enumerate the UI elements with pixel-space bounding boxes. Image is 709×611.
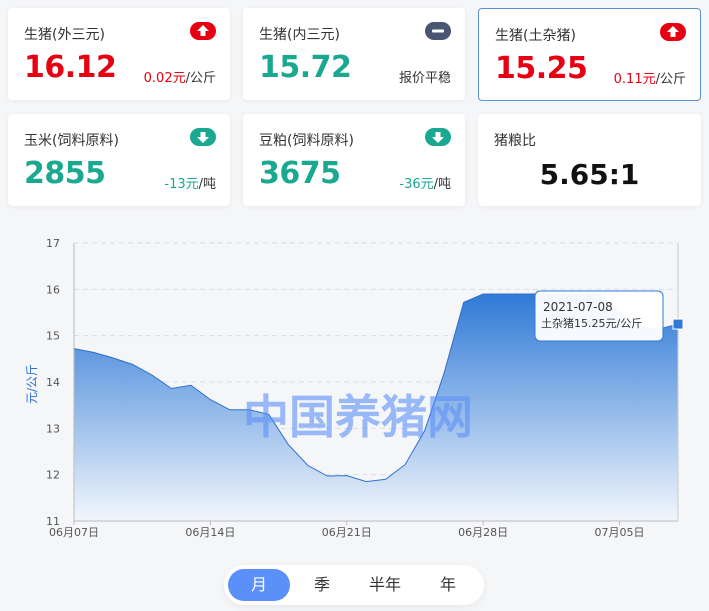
pig-grain-ratio-card[interactable]: 猪粮比 5.65:1 [478,114,701,206]
card-change: 0.02元/公斤 [144,67,216,86]
y-tick-label: 13 [46,422,60,435]
watermark: 中国养猪网 [243,390,473,444]
change-unit: /公斤 [655,72,686,87]
x-tick-label: 06月07日 [49,526,99,539]
active-point-marker [672,318,684,330]
card-price: 16.12 [24,50,117,85]
x-tick-label: 06月14日 [185,526,235,539]
change-unit: /吨 [198,177,216,192]
x-tick-label: 06月28日 [458,526,508,539]
price-chart: 11 12 13 14 15 16 17 06月07日 06月14日 06月21日 06月28日 07… [0,225,709,555]
tooltip-box [534,290,664,342]
price-card-outer-three[interactable]: 生猪(外三元) 16.12 0.02元/公斤 [8,8,230,100]
minus-icon [425,22,451,40]
card-change: -36元/吨 [399,173,451,192]
card-price: 3675 [259,156,341,191]
tab-month[interactable]: 月 [228,569,290,601]
change-value: 0.02元 [143,71,186,86]
period-tabs: 月 季 半年 年 [224,565,484,605]
y-axis-label: 元/公斤 [25,364,39,404]
down-arrow-icon [425,128,451,146]
price-card-soymeal[interactable]: 豆粕(饲料原料) 3675 -36元/吨 [243,114,465,206]
card-change: -13元/吨 [164,173,216,192]
price-card-inner-three[interactable]: 生猪(内三元) 15.72 报价平稳 [243,8,465,100]
change-unit: /公斤 [185,71,216,86]
card-price: 15.25 [495,51,588,86]
change-unit: 报价平稳 [398,71,451,86]
tab-year[interactable]: 年 [418,569,478,601]
tab-quarter[interactable]: 季 [292,569,352,601]
price-area-chart: 1112131415161706月07日 06月14日 06月21日 06月28日 07… [25,237,684,539]
change-value: 0.11元 [613,72,656,87]
x-tick-label: 07月05日 [595,526,645,539]
card-price: 2855 [24,156,106,191]
tab-half-year[interactable]: 半年 [354,569,416,601]
change-value: -36元 [399,177,434,192]
card-label: 生猪(土杂猪) [495,28,576,44]
x-tick-label: 06月21日 [322,526,372,539]
card-change: 报价平稳 [399,67,451,86]
card-label: 玉米(饲料原料) [24,133,119,149]
y-tick-label: 17 [46,237,60,250]
up-arrow-icon [660,23,686,41]
change-unit: /吨 [433,177,451,192]
y-tick-label: 16 [46,283,60,296]
card-label: 生猪(内三元) [259,27,340,43]
card-label: 猪粮比 [494,133,536,149]
price-card-corn[interactable]: 玉米(饲料原料) 2855 -13元/吨 [8,114,230,206]
down-arrow-icon [190,128,216,146]
tooltip-value: 土杂猪15.25元/公斤 [541,317,642,330]
ratio-value: 5.65:1 [539,158,640,191]
card-change: 0.11元/公斤 [614,68,686,87]
card-label: 豆粕(饲料原料) [259,133,354,149]
tooltip-date: 2021-07-08 [543,300,613,314]
y-tick-label: 15 [46,330,60,343]
card-label: 生猪(外三元) [24,27,105,43]
change-value: -13元 [164,177,199,192]
price-card-local-pig[interactable]: 生猪(土杂猪) 15.25 0.11元/公斤 [478,8,701,101]
up-arrow-icon [190,22,216,40]
y-tick-label: 14 [46,376,60,389]
y-tick-label: 12 [46,469,60,482]
card-price: 15.72 [259,50,352,85]
